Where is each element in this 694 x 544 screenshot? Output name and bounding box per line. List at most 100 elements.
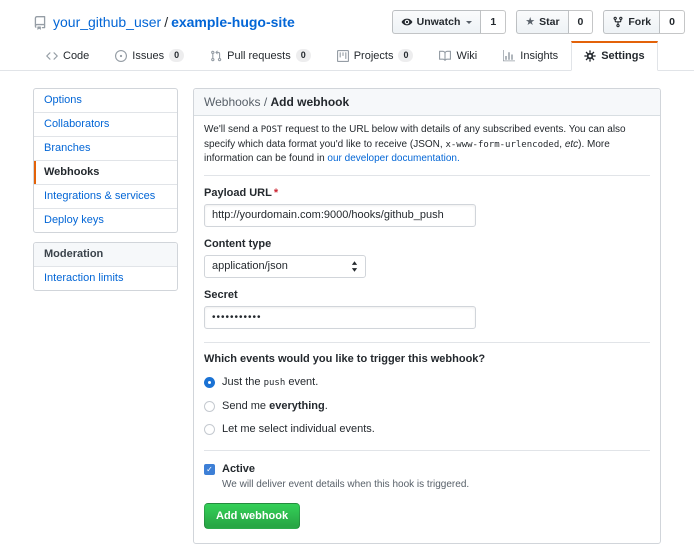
- breadcrumb-current: Add webhook: [271, 95, 350, 109]
- sidebar-item-options[interactable]: Options: [34, 89, 177, 113]
- tab-label: Issues: [132, 50, 164, 62]
- sidebar-item-integrations-services[interactable]: Integrations & services: [34, 185, 177, 209]
- add-webhook-panel: Webhooks / Add webhook We'll send a POST…: [193, 88, 661, 544]
- tab-label: Projects: [354, 50, 394, 62]
- payload-url-label-text: Payload URL: [204, 187, 272, 199]
- description-code-post: POST: [261, 125, 283, 135]
- active-checkbox[interactable]: ✓: [204, 464, 215, 475]
- sidebar-item-deploy-keys[interactable]: Deploy keys: [34, 209, 177, 232]
- pull-requests-counter: 0: [296, 49, 311, 62]
- issues-counter: 0: [169, 49, 184, 62]
- tab-label: Pull requests: [227, 50, 291, 62]
- watchers-count[interactable]: 1: [481, 10, 506, 34]
- radio-just-push[interactable]: [204, 377, 215, 388]
- tab-issues[interactable]: Issues 0: [102, 41, 197, 71]
- repo-tab-bar: Code Issues 0 Pull requests 0 Projects 0…: [0, 38, 694, 71]
- repo-name-link[interactable]: example-hugo-site: [171, 14, 295, 30]
- sidebar-item-branches[interactable]: Branches: [34, 137, 177, 161]
- issue-opened-icon: [115, 50, 127, 62]
- event-option-individual[interactable]: Let me select individual events.: [204, 423, 650, 436]
- repo-owner-link[interactable]: your_github_user: [53, 14, 161, 30]
- add-webhook-button[interactable]: Add webhook: [204, 503, 300, 529]
- project-icon: [337, 50, 349, 62]
- option-text: Let me select individual events.: [222, 423, 375, 436]
- trigger-events-question: Which events would you like to trigger t…: [204, 353, 650, 366]
- description-text: We'll send a: [204, 124, 261, 135]
- required-asterisk: *: [274, 187, 278, 199]
- event-option-just-push[interactable]: Just the push event.: [204, 376, 650, 390]
- caret-down-icon: [466, 21, 472, 27]
- trigger-events-section: Which events would you like to trigger t…: [204, 343, 650, 451]
- settings-sidebar: Options Collaborators Branches Webhooks …: [33, 88, 178, 291]
- secret-label: Secret: [204, 289, 650, 301]
- moderation-menu: Moderation Interaction limits: [33, 242, 178, 291]
- graph-icon: [503, 50, 515, 62]
- webhook-fields-section: Payload URL* Content type application/js…: [204, 187, 650, 343]
- select-updown-icon: [351, 261, 358, 272]
- unwatch-label: Unwatch: [417, 17, 461, 28]
- developer-documentation-link[interactable]: our developer documentation.: [327, 153, 459, 164]
- tab-settings[interactable]: Settings: [571, 41, 657, 71]
- star-label: Star: [539, 17, 559, 28]
- webhook-description: We'll send a POST request to the URL bel…: [204, 116, 650, 176]
- payload-url-label: Payload URL*: [204, 187, 650, 199]
- add-webhook-form: We'll send a POST request to the URL bel…: [194, 116, 660, 543]
- star-icon: ★: [525, 17, 535, 28]
- breadcrumb-webhooks-link[interactable]: Webhooks: [204, 95, 260, 109]
- code-icon: [46, 50, 58, 62]
- repo-title-separator: /: [164, 14, 168, 30]
- projects-counter: 0: [398, 49, 413, 62]
- settings-menu: Options Collaborators Branches Webhooks …: [33, 88, 178, 233]
- forks-count[interactable]: 0: [660, 10, 685, 34]
- radio-individual[interactable]: [204, 424, 215, 435]
- description-etc: etc: [565, 139, 578, 150]
- watch-button-group: Unwatch 1: [392, 10, 507, 34]
- event-option-everything[interactable]: Send me everything.: [204, 400, 650, 413]
- payload-url-input[interactable]: [204, 204, 476, 227]
- active-section: ✓ Active We will deliver event details w…: [204, 451, 650, 529]
- eye-icon: [401, 16, 413, 28]
- settings-content: Options Collaborators Branches Webhooks …: [0, 71, 694, 544]
- content-type-label: Content type: [204, 238, 650, 250]
- sidebar-item-interaction-limits[interactable]: Interaction limits: [34, 267, 177, 290]
- fork-button[interactable]: Fork: [603, 10, 660, 34]
- stargazers-count[interactable]: 0: [569, 10, 594, 34]
- tab-label: Code: [63, 50, 89, 62]
- content-type-selected-value: application/json: [212, 260, 288, 272]
- description-code-urlencoded: x-www-form-urlencoded: [445, 140, 559, 150]
- radio-everything[interactable]: [204, 401, 215, 412]
- unwatch-button[interactable]: Unwatch: [392, 10, 482, 34]
- tab-wiki[interactable]: Wiki: [426, 41, 490, 71]
- gear-icon: [584, 50, 596, 62]
- tab-label: Insights: [520, 50, 558, 62]
- repo-icon: [33, 16, 47, 30]
- sidebar-item-webhooks[interactable]: Webhooks: [34, 161, 177, 185]
- github-repo-settings-page: your_github_user/example-hugo-site Unwat…: [0, 0, 694, 544]
- fork-label: Fork: [628, 17, 651, 28]
- fork-button-group: Fork 0: [603, 10, 685, 34]
- sidebar-item-collaborators[interactable]: Collaborators: [34, 113, 177, 137]
- book-icon: [439, 50, 451, 62]
- active-help-text: We will deliver event details when this …: [222, 479, 650, 491]
- repo-title: your_github_user/example-hugo-site: [53, 14, 295, 30]
- repo-action-buttons: Unwatch 1 ★ Star 0 Fork 0: [392, 10, 685, 34]
- content-type-select[interactable]: application/json: [204, 255, 366, 278]
- fork-icon: [612, 16, 624, 28]
- star-button[interactable]: ★ Star: [516, 10, 568, 34]
- star-button-group: ★ Star 0: [516, 10, 593, 34]
- option-text: Send me everything.: [222, 400, 328, 413]
- tab-label: Settings: [601, 50, 644, 62]
- secret-input[interactable]: [204, 306, 476, 329]
- moderation-heading: Moderation: [34, 243, 177, 267]
- active-label: Active: [222, 463, 255, 476]
- active-checkbox-row[interactable]: ✓ Active: [204, 463, 650, 476]
- breadcrumb-separator: /: [260, 95, 270, 109]
- git-pull-request-icon: [210, 50, 222, 62]
- tab-projects[interactable]: Projects 0: [324, 41, 427, 71]
- tab-pull-requests[interactable]: Pull requests 0: [197, 41, 324, 71]
- option-text: Just the push event.: [222, 376, 318, 390]
- repo-header: your_github_user/example-hugo-site Unwat…: [0, 0, 694, 38]
- tab-label: Wiki: [456, 50, 477, 62]
- tab-code[interactable]: Code: [33, 41, 102, 71]
- tab-insights[interactable]: Insights: [490, 41, 571, 71]
